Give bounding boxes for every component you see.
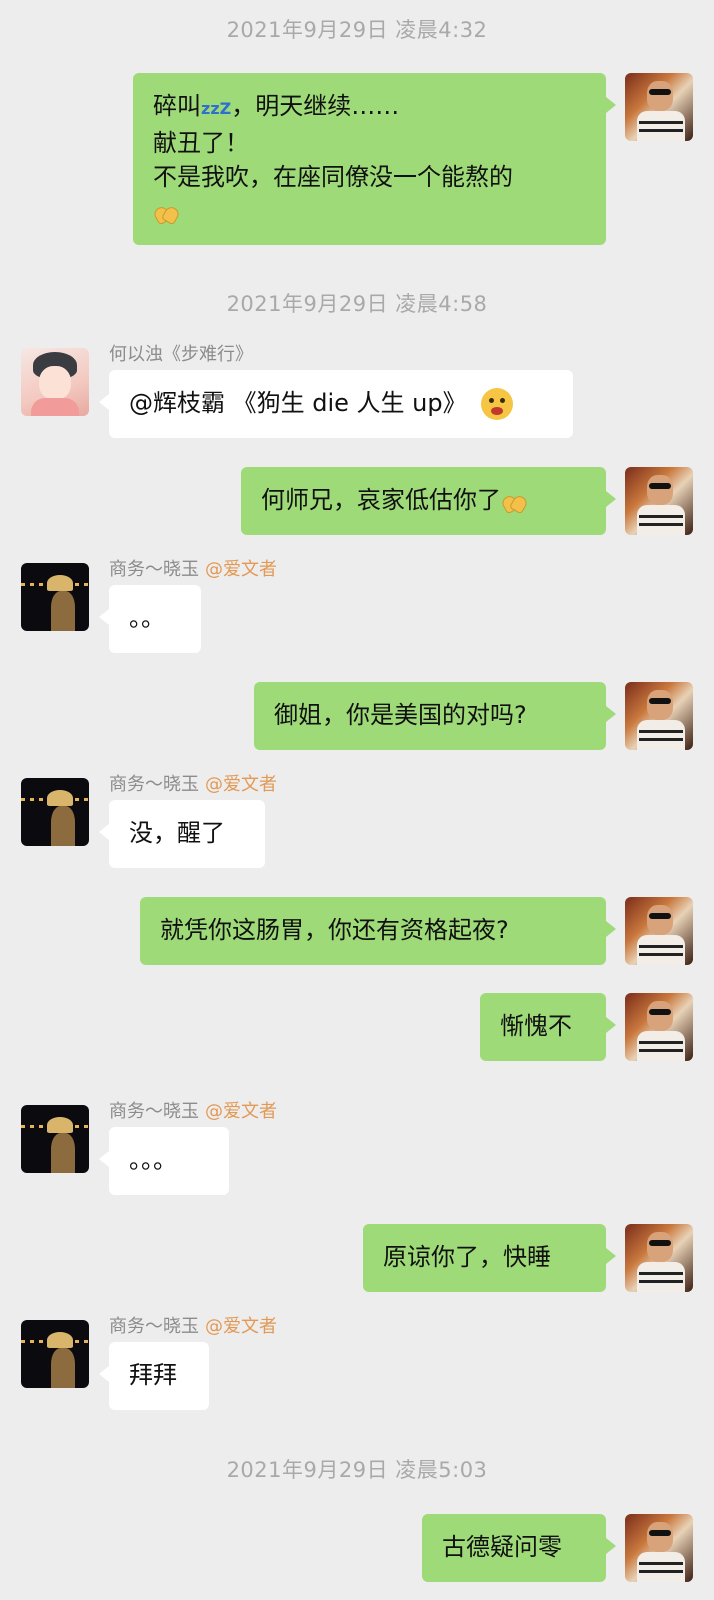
message-text: 古德疑问零 — [442, 1533, 562, 1561]
avatar-xiaoyu[interactable] — [21, 778, 89, 846]
message-text: 没，醒了 — [129, 819, 225, 847]
message-text: 。。 — [129, 604, 165, 632]
folded-hands-emoji-icon — [499, 490, 530, 515]
received-message-bubble[interactable]: 没，醒了 — [99, 800, 265, 868]
message-text: ，明天继续…… — [231, 92, 400, 120]
face-with-mask-emoji-icon — [480, 388, 513, 420]
avatar-me[interactable] — [625, 1514, 693, 1582]
mention-tag[interactable]: @爱文者 — [205, 774, 277, 795]
message-text: @辉枝霸 《狗生 die 人生 up》 — [129, 389, 467, 417]
folded-hands-emoji-icon — [151, 201, 182, 226]
sent-message-bubble[interactable]: 何师兄，哀家低估你了 — [241, 467, 616, 535]
message-text: 献丑了！ — [153, 129, 249, 157]
sent-message-bubble[interactable]: 原谅你了，快睡 — [363, 1224, 616, 1292]
timestamp: 2021年9月29日 凌晨4:32 — [226, 18, 488, 42]
avatar-xiaoyu[interactable] — [21, 1320, 89, 1388]
mention-tag[interactable]: @爱文者 — [205, 1101, 277, 1122]
sender-name: 商务～晓玉 @爱文者 — [109, 1312, 277, 1338]
received-message-bubble[interactable]: 拜拜 — [99, 1342, 209, 1410]
sender-name-text: 商务～晓玉 — [109, 1316, 199, 1337]
sender-name-text: 商务～晓玉 — [109, 1101, 199, 1122]
message-text: 御姐，你是美国的对吗? — [274, 701, 527, 729]
message-text: 不是我吹，在座同僚没一个能熬的 — [153, 163, 513, 191]
message-text: 何师兄，哀家低估你了 — [261, 486, 501, 514]
mention-tag[interactable]: @爱文者 — [205, 559, 277, 580]
avatar-me[interactable] — [625, 682, 693, 750]
sender-name-text: 商务～晓玉 — [109, 774, 199, 795]
mention-tag[interactable]: @爱文者 — [205, 1316, 277, 1337]
sender-name: 商务～晓玉 @爱文者 — [109, 770, 277, 796]
avatar-me[interactable] — [625, 467, 693, 535]
sent-message-bubble[interactable]: 碎叫zzZ，明天继续…… 献丑了！ 不是我吹，在座同僚没一个能熬的 — [133, 73, 616, 245]
sleeping-zzz-icon: zzZ — [201, 99, 232, 118]
avatar-me[interactable] — [625, 897, 693, 965]
avatar-me[interactable] — [625, 993, 693, 1061]
avatar-he[interactable] — [21, 348, 89, 416]
avatar-xiaoyu[interactable] — [21, 563, 89, 631]
received-message-bubble[interactable]: 。。。 — [99, 1127, 229, 1195]
sender-name: 商务～晓玉 @爱文者 — [109, 555, 277, 581]
message-text: 就凭你这肠胃，你还有资格起夜? — [160, 916, 509, 944]
sent-message-bubble[interactable]: 古德疑问零 — [422, 1514, 616, 1582]
sent-message-bubble[interactable]: 御姐，你是美国的对吗? — [254, 682, 616, 750]
avatar-me[interactable] — [625, 73, 693, 141]
message-text: 惭愧不 — [500, 1012, 572, 1040]
avatar-xiaoyu[interactable] — [21, 1105, 89, 1173]
timestamp: 2021年9月29日 凌晨4:58 — [226, 292, 488, 316]
sent-message-bubble[interactable]: 就凭你这肠胃，你还有资格起夜? — [140, 897, 616, 965]
message-text: 拜拜 — [129, 1361, 177, 1389]
received-message-bubble[interactable]: @辉枝霸 《狗生 die 人生 up》 — [99, 370, 573, 438]
sender-name-text: 商务～晓玉 — [109, 559, 199, 580]
sender-name: 商务～晓玉 @爱文者 — [109, 1097, 277, 1123]
sent-message-bubble[interactable]: 惭愧不 — [480, 993, 616, 1061]
avatar-me[interactable] — [625, 1224, 693, 1292]
timestamp: 2021年9月29日 凌晨5:03 — [226, 1458, 488, 1482]
message-text: 。。。 — [129, 1146, 177, 1174]
message-text: 碎叫 — [153, 92, 201, 120]
received-message-bubble[interactable]: 。。 — [99, 585, 201, 653]
sender-name: 何以浊《步难行》 — [109, 344, 253, 365]
message-text: 原谅你了，快睡 — [383, 1243, 551, 1271]
